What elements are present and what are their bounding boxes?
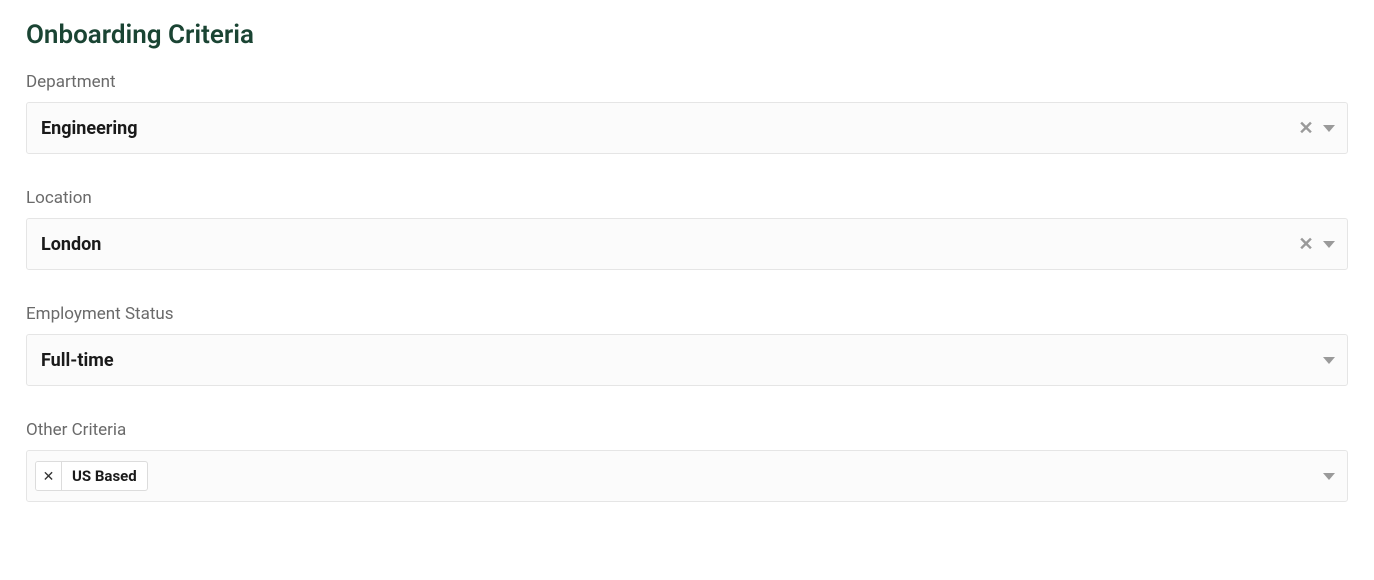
caret-down-icon — [1323, 241, 1335, 248]
tag-label: US Based — [62, 462, 147, 490]
department-clear-button[interactable]: ✕ — [1295, 117, 1317, 139]
employment-status-select[interactable]: Full-time — [26, 334, 1348, 386]
caret-down-icon — [1323, 357, 1335, 364]
employment-status-value: Full-time — [41, 350, 1317, 371]
criteria-tag: ✕ US Based — [35, 461, 148, 491]
employment-status-label: Employment Status — [26, 304, 1348, 324]
caret-down-icon — [1323, 125, 1335, 132]
other-criteria-input[interactable]: ✕ US Based — [26, 450, 1348, 502]
caret-down-icon — [1323, 473, 1335, 480]
location-select[interactable]: London ✕ — [26, 218, 1348, 270]
tag-remove-button[interactable]: ✕ — [36, 462, 62, 490]
close-icon: ✕ — [43, 468, 55, 485]
employment-status-field-group: Employment Status Full-time — [26, 304, 1348, 386]
department-value: Engineering — [41, 118, 1295, 139]
department-label: Department — [26, 72, 1348, 92]
page-title: Onboarding Criteria — [26, 20, 1348, 50]
other-criteria-field-group: Other Criteria ✕ US Based — [26, 420, 1348, 502]
other-criteria-label: Other Criteria — [26, 420, 1348, 440]
location-label: Location — [26, 188, 1348, 208]
close-icon: ✕ — [1298, 118, 1313, 139]
close-icon: ✕ — [1298, 234, 1313, 255]
location-value: London — [41, 234, 1295, 255]
location-field-group: Location London ✕ — [26, 188, 1348, 270]
department-select[interactable]: Engineering ✕ — [26, 102, 1348, 154]
department-field-group: Department Engineering ✕ — [26, 72, 1348, 154]
location-clear-button[interactable]: ✕ — [1295, 233, 1317, 255]
